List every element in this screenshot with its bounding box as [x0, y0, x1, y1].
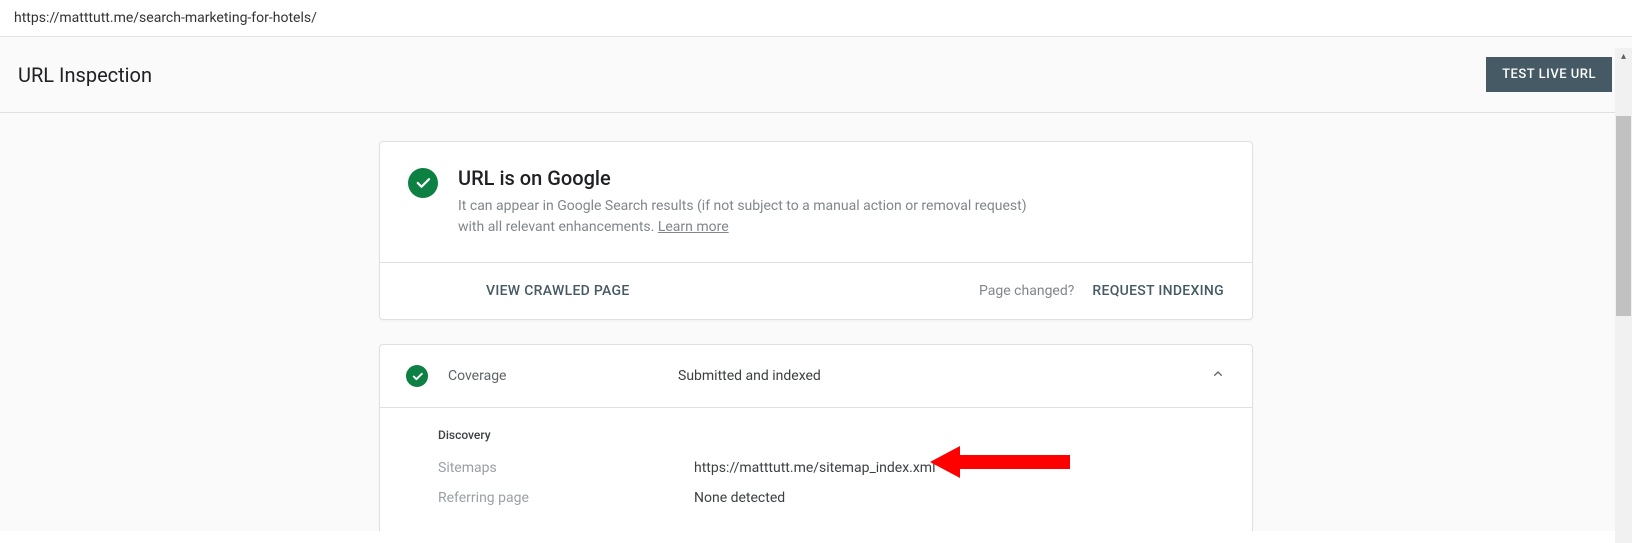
status-description: It can appear in Google Search results (…	[458, 196, 1038, 238]
url-text: https://matttutt.me/search-marketing-for…	[14, 10, 317, 26]
coverage-card: Coverage Submitted and indexed Discovery…	[379, 344, 1253, 531]
discovery-value-sitemap: https://matttutt.me/sitemap_index.xml	[694, 460, 935, 476]
coverage-header[interactable]: Coverage Submitted and indexed	[380, 345, 1252, 408]
view-crawled-page-button[interactable]: VIEW CRAWLED PAGE	[486, 283, 630, 299]
scroll-up-arrow-icon[interactable]: ▴	[1615, 48, 1632, 65]
page-header: URL Inspection TEST LIVE URL	[0, 37, 1632, 113]
discovery-row-sitemaps: Sitemaps https://matttutt.me/sitemap_ind…	[438, 460, 1224, 476]
url-input-bar[interactable]: https://matttutt.me/search-marketing-for…	[0, 0, 1632, 36]
page-changed-label: Page changed?	[979, 283, 1074, 299]
request-indexing-button[interactable]: REQUEST INDEXING	[1092, 283, 1224, 299]
test-live-url-button[interactable]: TEST LIVE URL	[1486, 57, 1612, 92]
status-title: URL is on Google	[458, 166, 1038, 190]
main-content: URL is on Google It can appear in Google…	[0, 113, 1632, 531]
scrollbar-thumb[interactable]	[1616, 116, 1631, 316]
discovery-title: Discovery	[438, 428, 1224, 442]
scrollbar-track[interactable]: ▴	[1615, 48, 1632, 543]
status-text-block: URL is on Google It can appear in Google…	[458, 166, 1038, 238]
discovery-key: Sitemaps	[438, 460, 694, 476]
discovery-key: Referring page	[438, 490, 694, 506]
status-card-actions: VIEW CRAWLED PAGE Page changed? REQUEST …	[380, 263, 1252, 319]
coverage-label: Coverage	[448, 368, 658, 384]
page-title: URL Inspection	[18, 63, 152, 87]
learn-more-link[interactable]: Learn more	[658, 219, 729, 235]
status-card-top: URL is on Google It can appear in Google…	[380, 142, 1252, 263]
content-area: URL Inspection TEST LIVE URL URL is on G…	[0, 36, 1632, 531]
checkmark-icon	[408, 168, 438, 198]
discovery-value-referring: None detected	[694, 490, 785, 506]
checkmark-icon	[406, 365, 428, 387]
chevron-up-icon[interactable]	[1210, 366, 1226, 386]
coverage-status: Submitted and indexed	[678, 368, 1190, 384]
status-card: URL is on Google It can appear in Google…	[379, 141, 1253, 320]
discovery-row-referring: Referring page None detected	[438, 490, 1224, 506]
discovery-section: Discovery Sitemaps https://matttutt.me/s…	[380, 408, 1252, 531]
